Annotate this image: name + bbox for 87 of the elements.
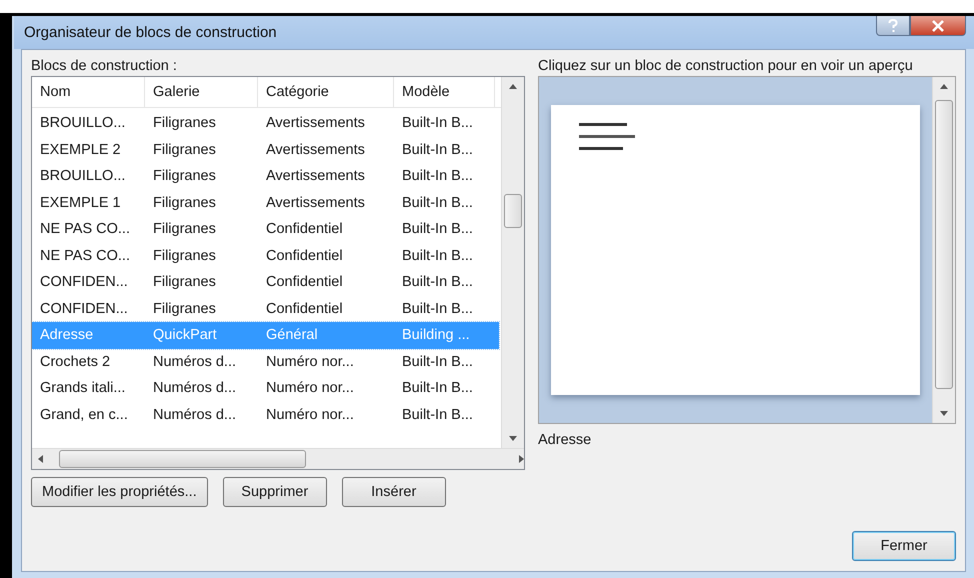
dialog-button[interactable]: Modifier les propriétés... bbox=[31, 477, 208, 507]
vertical-scrollbar[interactable] bbox=[501, 77, 524, 448]
scroll-left-icon bbox=[38, 455, 43, 463]
list-row[interactable]: EXEMPLE 2 Filigranes Avertissements Built-In B... bbox=[32, 136, 499, 163]
list-row[interactable]: Grand, en c... Numéros d... Numéro nor... Built-In B... bbox=[32, 402, 499, 428]
table-cell-text: Grand, en c... bbox=[39, 406, 129, 423]
table-cell-text: Numéro nor... bbox=[265, 354, 355, 370]
scroll-thumb[interactable] bbox=[58, 450, 306, 468]
table-cell-text: Filigranes bbox=[152, 115, 217, 132]
list-row[interactable]: Grands itali... Numéros d... Numéro nor... Built-In B... bbox=[32, 375, 499, 402]
table-cell-text: Avertissements bbox=[265, 194, 366, 211]
column-header[interactable]: Nom bbox=[32, 77, 145, 107]
table-cell-text: BROUILLO... bbox=[39, 168, 126, 184]
table-cell-text: Filigranes bbox=[152, 274, 217, 290]
preview-label: Cliquez sur un bloc de construction pour en voir un aperçu bbox=[538, 57, 914, 76]
table-cell-text: Built-In B... bbox=[401, 221, 474, 238]
table-cell-text: EXEMPLE 1 bbox=[39, 194, 122, 211]
close-dialog-button[interactable]: Fermer bbox=[852, 531, 956, 561]
table-cell-text: Confidentiel bbox=[265, 300, 344, 317]
list-row[interactable]: NE PAS CO... Filigranes Confidentiel Built-In B... bbox=[32, 242, 499, 269]
table-cell-text: Filigranes bbox=[152, 248, 217, 264]
table-cell-text: Built-In B... bbox=[401, 274, 474, 290]
table-cell-text: Filigranes bbox=[152, 221, 217, 238]
vertical-scrollbar[interactable] bbox=[932, 77, 955, 423]
table-cell-text: Général bbox=[265, 327, 319, 344]
list-row[interactable]: EXEMPLE 1 Filigranes Avertissements Built-In B... bbox=[32, 190, 499, 216]
scroll-thumb[interactable] bbox=[504, 194, 522, 228]
table-cell-text: Avertissements bbox=[265, 142, 366, 158]
table-cell-text: Crochets 2 bbox=[39, 354, 112, 370]
table-cell-text: Built-In B... bbox=[401, 380, 474, 396]
scroll-down-icon bbox=[509, 436, 517, 441]
table-cell-text: EXEMPLE 2 bbox=[39, 142, 122, 158]
scroll-down-icon bbox=[940, 411, 948, 416]
table-cell-text: Numéro nor... bbox=[265, 406, 355, 423]
scroll-right-icon bbox=[519, 455, 524, 463]
table-cell-text: Numéros d... bbox=[152, 354, 237, 370]
scroll-thumb[interactable] bbox=[935, 100, 953, 389]
window-title: Organisateur de blocs de construction bbox=[24, 24, 277, 41]
scroll-up-icon bbox=[509, 84, 517, 89]
table-cell-text: Building ... bbox=[401, 327, 471, 344]
table-cell-text: Built-In B... bbox=[401, 115, 474, 132]
table-cell-text: Built-In B... bbox=[401, 354, 474, 370]
table-cell-text: Built-In B... bbox=[401, 248, 474, 264]
list-row[interactable]: CONFIDEN... Filigranes Confidentiel Built-In B... bbox=[32, 269, 499, 296]
table-cell-text: Filigranes bbox=[152, 194, 217, 211]
table-cell-text: Numéros d... bbox=[152, 406, 237, 423]
list-row[interactable]: NE PAS CO... Filigranes Confidentiel Built-In B... bbox=[32, 216, 499, 242]
table-cell-text: Built-In B... bbox=[401, 300, 474, 317]
table-cell-text: QuickPart bbox=[152, 327, 218, 344]
table-cell-text: Numéro nor... bbox=[265, 380, 355, 396]
table-cell-text: Numéros d... bbox=[152, 380, 237, 396]
table-cell-text: Confidentiel bbox=[265, 221, 344, 238]
table-cell-text: Filigranes bbox=[152, 300, 217, 317]
table-cell-text: Adresse bbox=[39, 327, 94, 344]
dialog-button[interactable]: Supprimer bbox=[222, 477, 327, 507]
list-row[interactable]: CONFIDEN... Filigranes Confidentiel Built-In B... bbox=[32, 296, 499, 322]
preview-caption: Adresse bbox=[538, 431, 592, 450]
table-cell-text: Avertissements bbox=[265, 115, 366, 132]
list-row[interactable]: Crochets 2 Numéros d... Numéro nor... Built-In B... bbox=[32, 348, 499, 375]
table-cell-text: Grands itali... bbox=[39, 380, 126, 396]
table-cell-text: Built-In B... bbox=[401, 168, 474, 184]
table-cell-text: BROUILLO... bbox=[39, 115, 126, 132]
list-row[interactable]: BROUILLO... Filigranes Avertissements Built-In B... bbox=[32, 163, 499, 190]
help-icon bbox=[888, 18, 898, 32]
help-button[interactable] bbox=[876, 16, 910, 36]
table-cell-text: Confidentiel bbox=[265, 274, 344, 290]
scroll-up-icon bbox=[940, 84, 948, 89]
table-cell-text: Built-In B... bbox=[401, 142, 474, 158]
dialog-button[interactable]: Insérer bbox=[342, 477, 446, 507]
close-button[interactable] bbox=[910, 16, 966, 36]
table-cell-text: Built-In B... bbox=[401, 194, 474, 211]
table-cell-text: Filigranes bbox=[152, 168, 217, 184]
table-cell-text: Avertissements bbox=[265, 168, 366, 184]
table-cell-text: Confidentiel bbox=[265, 248, 344, 264]
list-row[interactable]: BROUILLO... Filigranes Avertissements Built-In B... bbox=[32, 110, 499, 136]
column-header[interactable]: Modèle bbox=[394, 77, 495, 107]
table-cell-text: CONFIDEN... bbox=[39, 300, 129, 317]
column-header[interactable]: Galerie bbox=[145, 77, 258, 107]
table-cell-text: Built-In B... bbox=[401, 406, 474, 423]
table-cell-text: NE PAS CO... bbox=[39, 248, 131, 264]
close-icon bbox=[931, 20, 945, 32]
column-header[interactable]: Catégorie bbox=[258, 77, 394, 107]
table-cell-text: Filigranes bbox=[152, 142, 217, 158]
horizontal-scrollbar[interactable] bbox=[32, 448, 524, 469]
table-cell-text: CONFIDEN... bbox=[39, 274, 129, 290]
table-cell-text: NE PAS CO... bbox=[39, 221, 131, 238]
list-label: Blocs de construction : bbox=[31, 57, 178, 76]
